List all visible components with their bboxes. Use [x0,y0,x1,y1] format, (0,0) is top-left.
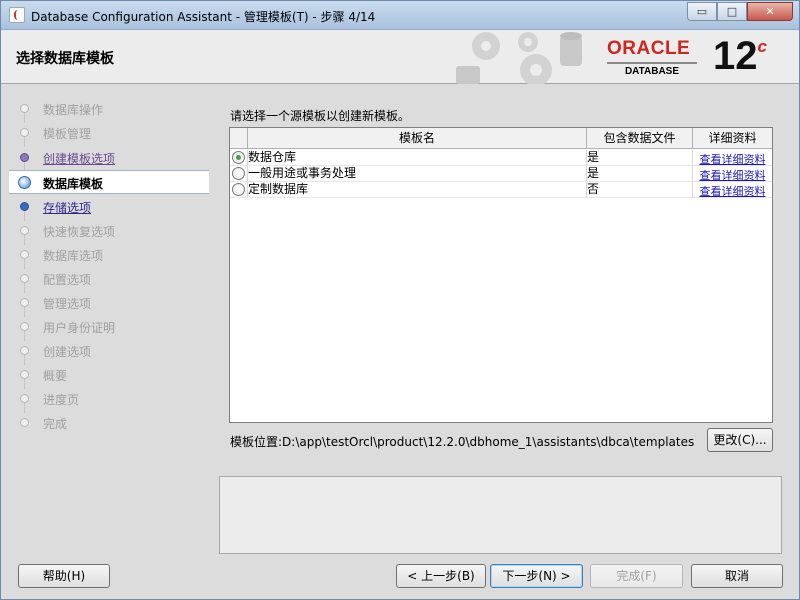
step-label: 配置选项 [43,273,92,287]
step-dot-icon [20,346,29,355]
step-dot-icon [20,226,29,235]
step-dot-icon [20,298,29,307]
template-location-text: 模板位置:D:\app\testOrcl\product\12.2.0\dbho… [230,435,695,449]
next-button[interactable]: 下一步(N) > [490,564,583,588]
step-item-user-credentials: 用户身份证明 [9,315,209,341]
step-label[interactable]: 存储选项 [43,199,91,216]
datafiles-cell: 是 [587,166,693,182]
details-cell: 查看详细资料 [693,166,772,182]
template-table: 模板名 包含数据文件 详细资料 数据仓库 是 查看详细资料 一般用途或事务处理 … [229,127,773,423]
dbca-window: Database Configuration Assistant - 管理模板(… [0,0,800,600]
step-item-progress: 进度页 [9,387,209,413]
step-label[interactable]: 创建模板选项 [43,150,115,167]
change-location-button[interactable]: 更改(C)... [707,428,773,452]
version-suffix: c [757,37,767,56]
step-item-management-options: 管理选项 [9,291,209,317]
step-dot-icon [20,418,29,427]
table-row[interactable]: 一般用途或事务处理 是 查看详细资料 [230,166,772,182]
step-item-configuration-options: 配置选项 [9,267,209,293]
header-radio-column [230,128,248,149]
version-number: 12 [713,34,758,78]
step-item-database-template: 数据库模板 [9,170,209,194]
step-label: 数据库模板 [43,177,104,191]
details-cell: 查看详细资料 [693,150,772,166]
template-radio-data-warehouse[interactable] [232,151,245,164]
step-label: 管理选项 [43,297,92,311]
step-label: 进度页 [43,393,80,407]
back-button[interactable]: < 上一步(B) [396,564,486,588]
radio-cell [230,166,248,182]
step-item-finish: 完成 [9,411,209,435]
table-header: 模板名 包含数据文件 详细资料 [230,128,772,149]
step-label: 数据库操作 [43,103,104,117]
step-label: 创建选项 [43,345,92,359]
current-step-icon [18,176,31,189]
table-row[interactable]: 定制数据库 否 查看详细资料 [230,182,772,198]
oracle-wordmark: ORACLE [607,38,691,59]
view-details-link[interactable]: 查看详细资料 [700,153,766,165]
template-name-cell: 数据仓库 [248,150,587,166]
message-panel [219,476,782,554]
step-dot-icon [20,250,29,259]
template-name-cell: 一般用途或事务处理 [248,166,587,182]
template-radio-custom-database[interactable] [232,183,245,196]
radio-cell [230,150,248,166]
radio-cell [230,182,248,198]
header-banner: 选择数据库模板 ORACLE DATABASE 12c [1,30,799,84]
step-item-creation-options: 创建选项 [9,339,209,365]
page-title: 选择数据库模板 [16,51,114,67]
window-title: Database Configuration Assistant - 管理模板(… [31,10,376,24]
step-dot-icon [20,274,29,283]
close-button[interactable]: ✕ [747,2,793,21]
step-label: 模板管理 [43,127,92,141]
step-label: 完成 [43,417,68,431]
step-dot-icon [20,153,29,162]
instruction-text: 请选择一个源模板以创建新模板。 [230,109,411,123]
step-dot-icon [20,370,29,379]
header-details[interactable]: 详细资料 [693,128,772,149]
template-name-cell: 定制数据库 [248,182,587,198]
view-details-link[interactable]: 查看详细资料 [700,169,766,181]
datafiles-cell: 是 [587,150,693,166]
step-label: 概要 [43,369,68,383]
step-dot-icon [20,322,29,331]
oracle-database-label: DATABASE [607,62,697,77]
title-bar: Database Configuration Assistant - 管理模板(… [1,1,799,30]
step-label: 快速恢复选项 [43,225,116,239]
finish-button[interactable]: 完成(F) [590,564,683,588]
help-button[interactable]: 帮助(H) [18,564,110,588]
datafiles-cell: 否 [587,182,693,198]
header-includes-datafiles[interactable]: 包含数据文件 [587,128,693,149]
step-dot-icon [20,202,29,211]
step-navigator: 数据库操作 模板管理 创建模板选项 数据库模板 存储选项 快速恢复选项 数据库选… [9,93,209,553]
step-item-create-template-options[interactable]: 创建模板选项 [9,146,209,172]
table-row[interactable]: 数据仓库 是 查看详细资料 [230,150,772,166]
step-dot-icon [20,104,29,113]
gears-decoration-icon [456,32,582,84]
view-details-link[interactable]: 查看详细资料 [700,185,766,197]
step-item-database-operation: 数据库操作 [9,97,209,123]
step-item-database-options: 数据库选项 [9,243,209,269]
step-label: 数据库选项 [43,249,104,263]
header-template-name[interactable]: 模板名 [248,128,587,149]
oracle-version: 12c [713,34,767,79]
cancel-button[interactable]: 取消 [691,564,783,588]
details-cell: 查看详细资料 [693,182,772,198]
maximize-button[interactable]: □ [717,2,747,21]
step-item-fast-recovery: 快速恢复选项 [9,219,209,245]
template-radio-general-purpose[interactable] [232,167,245,180]
step-item-template-management: 模板管理 [9,121,209,147]
window-controls: ▭ □ ✕ [687,2,793,21]
java-app-icon [9,7,25,23]
oracle-logo: ORACLE DATABASE [607,38,707,77]
minimize-button[interactable]: ▭ [687,2,717,21]
step-label: 用户身份证明 [43,321,116,335]
step-item-summary: 概要 [9,363,209,389]
step-item-storage-options[interactable]: 存储选项 [9,195,209,221]
step-dot-icon [20,394,29,403]
step-dot-icon [20,128,29,137]
